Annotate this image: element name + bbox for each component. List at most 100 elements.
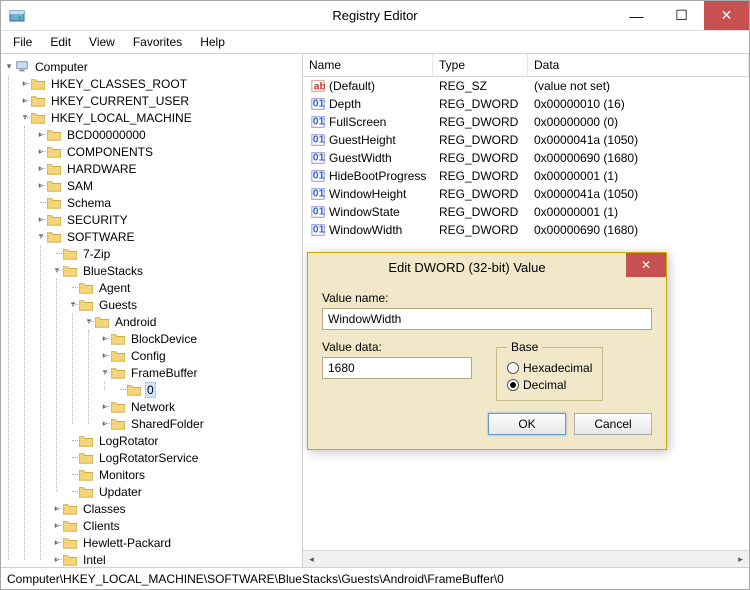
value-name: GuestWidth xyxy=(329,151,392,165)
tree-intel[interactable]: ▸Intel xyxy=(51,551,300,567)
expander-icon[interactable]: ▾ xyxy=(19,112,31,123)
radio-icon xyxy=(507,379,519,391)
tree-7-zip[interactable]: 7-Zip xyxy=(51,245,300,262)
tree-hardware[interactable]: ▸HARDWARE xyxy=(35,160,300,177)
list-row[interactable]: 011WindowHeightREG_DWORD0x0000041a (1050… xyxy=(303,185,749,203)
tree-security[interactable]: ▸SECURITY xyxy=(35,211,300,228)
menu-file[interactable]: File xyxy=(5,33,40,51)
svg-text:011: 011 xyxy=(313,188,325,200)
tree-root[interactable]: ▾ Computer xyxy=(3,58,300,75)
scroll-right-icon[interactable]: ▸ xyxy=(732,551,749,568)
scroll-left-icon[interactable]: ◂ xyxy=(303,551,320,568)
tree-framebuffer-0[interactable]: 0 xyxy=(115,381,300,398)
list-row[interactable]: 011GuestHeightREG_DWORD0x0000041a (1050) xyxy=(303,131,749,149)
tree-updater[interactable]: Updater xyxy=(67,483,300,500)
tree-bcd00000000[interactable]: ▸BCD00000000 xyxy=(35,126,300,143)
value-name: WindowState xyxy=(329,205,400,219)
expander-icon[interactable]: ▸ xyxy=(51,520,63,531)
list-row[interactable]: ab(Default)REG_SZ(value not set) xyxy=(303,77,749,95)
list-header: Name Type Data xyxy=(303,54,749,77)
tree-guests[interactable]: ▾Guests xyxy=(67,296,300,313)
value-type: REG_DWORD xyxy=(433,132,528,148)
value-data: 0x0000041a (1050) xyxy=(528,132,749,148)
list-row[interactable]: 011WindowWidthREG_DWORD0x00000690 (1680) xyxy=(303,221,749,239)
list-row[interactable]: 011FullScreenREG_DWORD0x00000000 (0) xyxy=(303,113,749,131)
expander-icon[interactable]: ▾ xyxy=(67,299,79,310)
expander-icon[interactable]: ▸ xyxy=(99,333,111,344)
close-button[interactable]: ✕ xyxy=(704,1,749,30)
tree-sam[interactable]: ▸SAM xyxy=(35,177,300,194)
value-name-input[interactable] xyxy=(322,308,652,330)
expander-icon[interactable]: ▸ xyxy=(35,163,47,174)
horizontal-scrollbar[interactable]: ◂ ▸ xyxy=(303,550,749,567)
expander-icon[interactable]: ▸ xyxy=(35,214,47,225)
tree-network[interactable]: ▸Network xyxy=(99,398,300,415)
expander-icon[interactable]: ▸ xyxy=(99,350,111,361)
expander-icon[interactable]: ▸ xyxy=(35,146,47,157)
list-row[interactable]: 011GuestWidthREG_DWORD0x00000690 (1680) xyxy=(303,149,749,167)
tree-blockdevice[interactable]: ▸BlockDevice xyxy=(99,330,300,347)
menubar: File Edit View Favorites Help xyxy=(1,31,749,53)
list-row[interactable]: 011WindowStateREG_DWORD0x00000001 (1) xyxy=(303,203,749,221)
folder-icon xyxy=(79,299,93,311)
dialog-titlebar[interactable]: Edit DWORD (32-bit) Value ✕ xyxy=(308,253,666,281)
list-row[interactable]: 011HideBootProgressREG_DWORD0x00000001 (… xyxy=(303,167,749,185)
expander-icon[interactable]: ▾ xyxy=(51,265,63,276)
folder-icon xyxy=(79,469,93,481)
tree-clients[interactable]: ▸Clients xyxy=(51,517,300,534)
tree-config[interactable]: ▸Config xyxy=(99,347,300,364)
folder-icon xyxy=(111,350,125,362)
tree-schema[interactable]: Schema xyxy=(35,194,300,211)
cancel-button[interactable]: Cancel xyxy=(574,413,652,435)
expander-icon[interactable]: ▾ xyxy=(35,231,47,242)
maximize-button[interactable]: ☐ xyxy=(659,1,704,30)
tree-framebuffer[interactable]: ▾FrameBuffer xyxy=(99,364,300,381)
expander-icon[interactable]: ▸ xyxy=(51,503,63,514)
tree-hklm[interactable]: ▾HKEY_LOCAL_MACHINE xyxy=(19,109,300,126)
tree-hkcu[interactable]: ▸HKEY_CURRENT_USER xyxy=(19,92,300,109)
ok-button[interactable]: OK xyxy=(488,413,566,435)
menu-edit[interactable]: Edit xyxy=(42,33,79,51)
titlebar: Registry Editor — ☐ ✕ xyxy=(1,1,749,31)
tree-bluestacks[interactable]: ▾BlueStacks xyxy=(51,262,300,279)
menu-view[interactable]: View xyxy=(81,33,123,51)
radio-decimal[interactable]: Decimal xyxy=(507,378,592,392)
expander-icon[interactable]: ▸ xyxy=(51,554,63,565)
tree-classes[interactable]: ▸Classes xyxy=(51,500,300,517)
tree-logrotatorservice[interactable]: LogRotatorService xyxy=(67,449,300,466)
expander-icon[interactable]: ▸ xyxy=(99,418,111,429)
expander-icon[interactable]: ▸ xyxy=(35,129,47,140)
value-data: 0x00000690 (1680) xyxy=(528,150,749,166)
folder-icon xyxy=(31,78,45,90)
expander-icon[interactable]: ▸ xyxy=(19,95,31,106)
menu-help[interactable]: Help xyxy=(192,33,233,51)
expander-icon[interactable]: ▾ xyxy=(3,61,15,72)
tree-components[interactable]: ▸COMPONENTS xyxy=(35,143,300,160)
expander-icon[interactable]: ▸ xyxy=(51,537,63,548)
radio-hexadecimal[interactable]: Hexadecimal xyxy=(507,361,592,375)
tree-hkcr[interactable]: ▸HKEY_CLASSES_ROOT xyxy=(19,75,300,92)
menu-favorites[interactable]: Favorites xyxy=(125,33,190,51)
value-name: WindowWidth xyxy=(329,223,402,237)
value-data-input[interactable] xyxy=(322,357,472,379)
tree-monitors[interactable]: Monitors xyxy=(67,466,300,483)
column-data[interactable]: Data xyxy=(528,54,749,76)
column-name[interactable]: Name xyxy=(303,54,433,76)
tree-hewlett-packard[interactable]: ▸Hewlett-Packard xyxy=(51,534,300,551)
tree-android[interactable]: ▾Android xyxy=(83,313,300,330)
folder-icon xyxy=(63,265,77,277)
tree-pane[interactable]: ▾ Computer ▸HKEY_CLASSES_ROOT ▸HKEY_CURR… xyxy=(1,54,303,567)
expander-icon[interactable]: ▾ xyxy=(83,316,95,327)
expander-icon[interactable]: ▸ xyxy=(99,401,111,412)
expander-icon[interactable]: ▾ xyxy=(99,367,111,378)
tree-logrotator[interactable]: LogRotator xyxy=(67,432,300,449)
tree-sharedfolder[interactable]: ▸SharedFolder xyxy=(99,415,300,432)
expander-icon[interactable]: ▸ xyxy=(19,78,31,89)
list-row[interactable]: 011DepthREG_DWORD0x00000010 (16) xyxy=(303,95,749,113)
column-type[interactable]: Type xyxy=(433,54,528,76)
expander-icon[interactable]: ▸ xyxy=(35,180,47,191)
tree-agent[interactable]: Agent xyxy=(67,279,300,296)
tree-software[interactable]: ▾SOFTWARE xyxy=(35,228,300,245)
dialog-close-button[interactable]: ✕ xyxy=(626,253,666,277)
minimize-button[interactable]: — xyxy=(614,1,659,30)
